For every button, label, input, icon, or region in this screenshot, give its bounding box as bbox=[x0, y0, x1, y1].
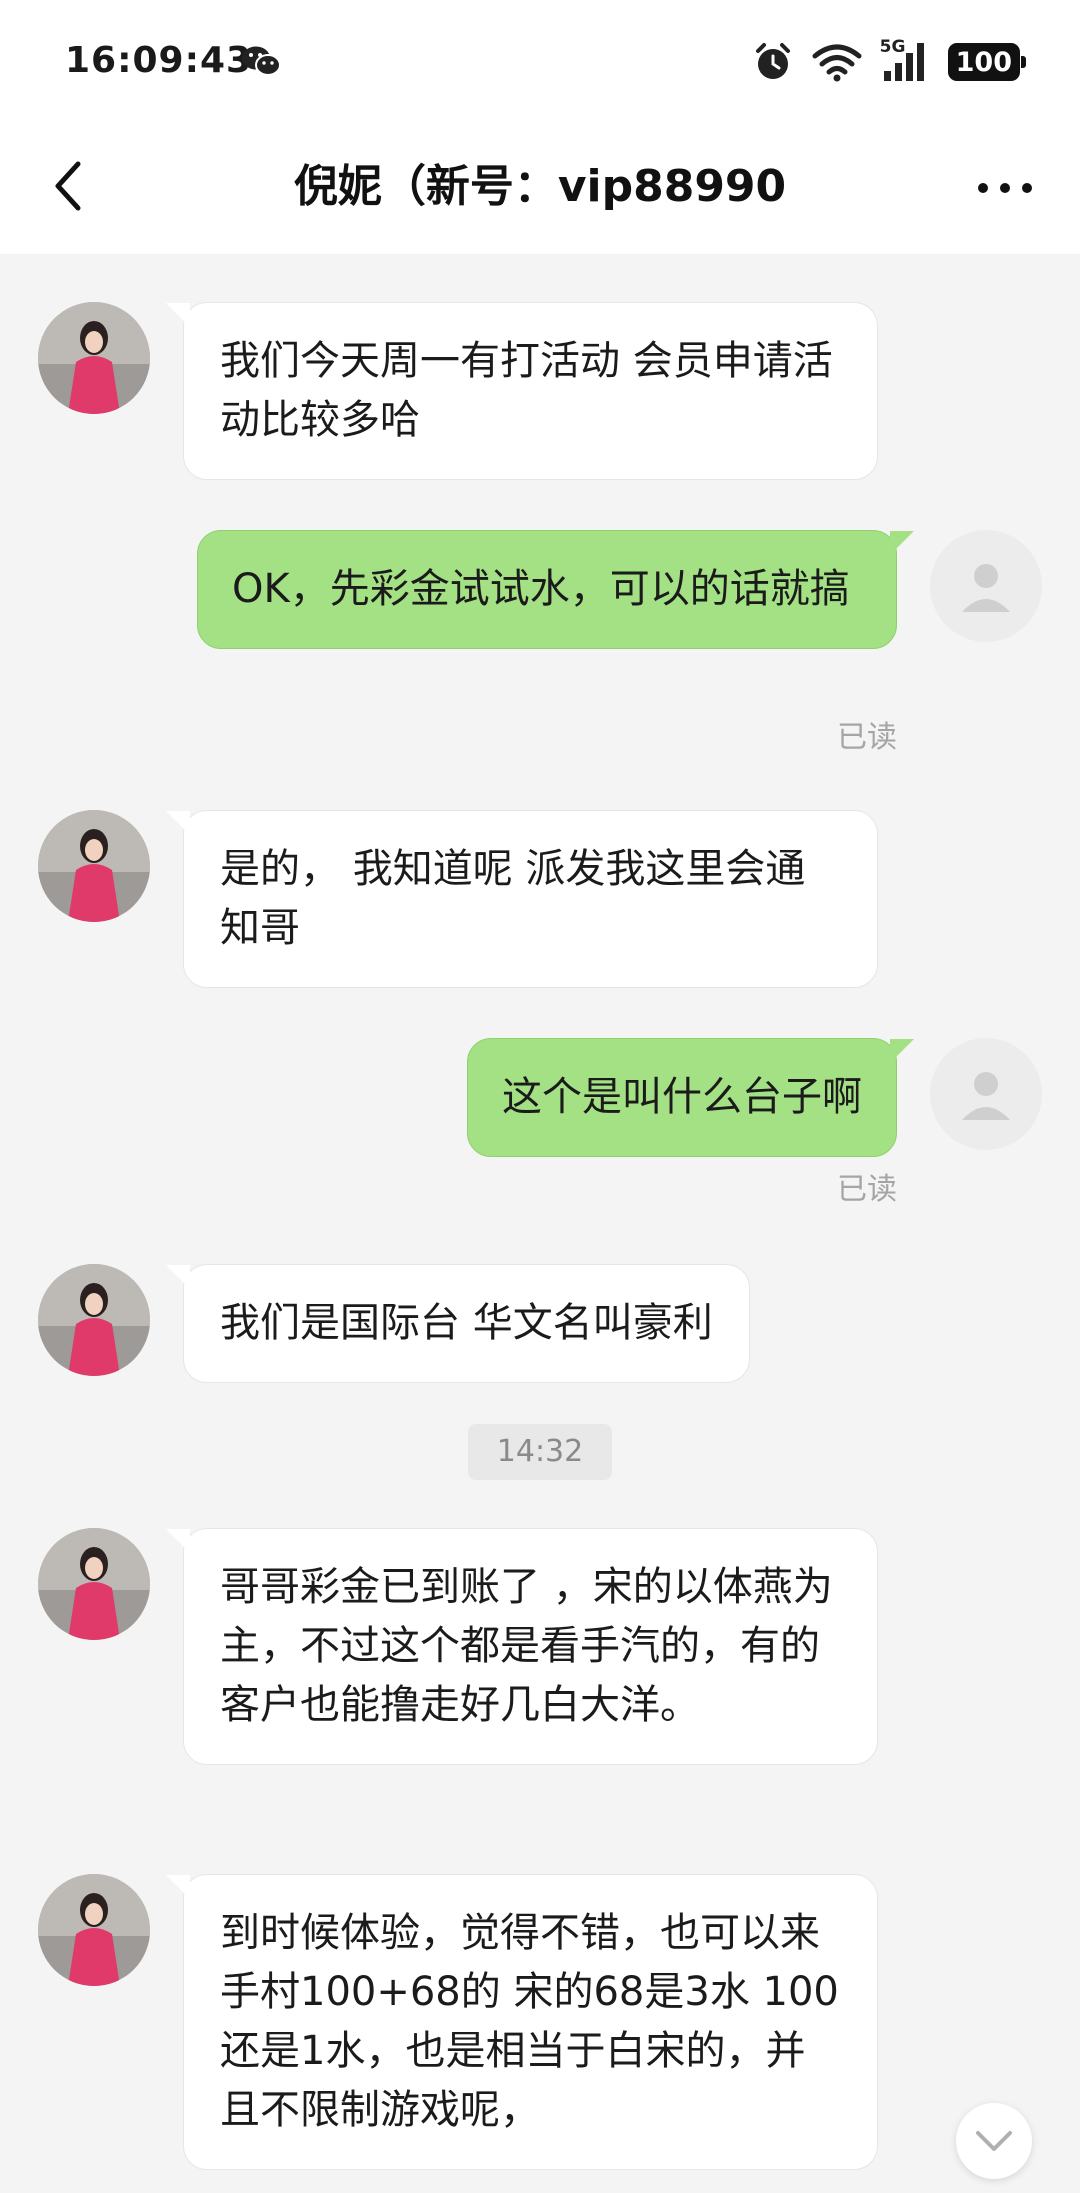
page-title: 倪妮（新号：vip88990 bbox=[293, 161, 787, 212]
chevron-down-icon bbox=[976, 2131, 1012, 2151]
timestamp-chip: 14:32 bbox=[468, 1424, 612, 1480]
back-button[interactable] bbox=[38, 156, 98, 216]
message-bubble-incoming[interactable]: 我们是国际台 华文名叫豪利 bbox=[166, 1264, 750, 1383]
message-text: 我们今天周一有打活动 会员申请活动比较多哈 bbox=[220, 338, 833, 443]
message-bubble-incoming[interactable]: 我们今天周一有打活动 会员申请活动比较多哈 bbox=[166, 302, 878, 480]
message-bubble-outgoing[interactable]: OK，先彩金试试水，可以的话就搞 bbox=[197, 530, 914, 649]
chat-header: 倪妮（新号：vip88990 bbox=[0, 120, 1080, 254]
message-text: 是的， 我知道呢 派发我这里会通知哥 bbox=[220, 846, 806, 951]
read-status: 已读 bbox=[837, 1172, 897, 1207]
message-bubble-outgoing[interactable]: 这个是叫什么台子啊 bbox=[467, 1038, 914, 1157]
message-text: 这个是叫什么台子啊 bbox=[502, 1074, 862, 1120]
user-icon bbox=[962, 1072, 1010, 1120]
message-text: 我们是国际台 华文名叫豪利 bbox=[220, 1300, 713, 1346]
user-icon bbox=[962, 564, 1010, 612]
contact-avatar[interactable] bbox=[38, 1264, 150, 1376]
my-avatar[interactable] bbox=[930, 1038, 1042, 1150]
alarm-icon bbox=[755, 43, 790, 79]
more-button[interactable] bbox=[970, 160, 1040, 216]
message-text: 到时候体验，觉得不错，也可以来手村100+68的 宋的68是3水 100还是1水… bbox=[220, 1910, 839, 2133]
message-text: 哥哥彩金已到账了 ，宋的以体燕为主，不过这个都是看手汽的，有的客户也能撸走好几白… bbox=[220, 1564, 833, 1728]
contact-avatar[interactable] bbox=[38, 810, 150, 922]
message-text: OK，先彩金试试水，可以的话就搞 bbox=[232, 566, 850, 612]
chat-area[interactable]: 我们今天周一有打活动 会员申请活动比较多哈 OK，先彩金试试水，可以的话就搞 已… bbox=[0, 254, 1080, 2193]
read-status: 已读 bbox=[837, 720, 897, 755]
my-avatar[interactable] bbox=[930, 530, 1042, 642]
signal-icon: 5G bbox=[880, 37, 930, 83]
message-bubble-incoming[interactable]: 是的， 我知道呢 派发我这里会通知哥 bbox=[166, 810, 878, 988]
contact-avatar[interactable] bbox=[38, 1528, 150, 1640]
status-bar: 16:09:43 5G 100 bbox=[0, 0, 1080, 120]
scroll-to-bottom-button[interactable] bbox=[956, 2103, 1032, 2179]
wifi-icon bbox=[812, 44, 862, 82]
more-dots-icon bbox=[978, 183, 1032, 193]
battery-icon: 100 bbox=[947, 43, 1027, 81]
chevron-left-icon bbox=[55, 161, 81, 211]
contact-avatar[interactable] bbox=[38, 302, 150, 414]
status-icons: 5G 100 bbox=[752, 37, 1027, 86]
status-time: 16:09:43 bbox=[65, 40, 253, 81]
wechat-icon bbox=[242, 46, 281, 76]
message-bubble-incoming[interactable]: 到时候体验，觉得不错，也可以来手村100+68的 宋的68是3水 100还是1水… bbox=[166, 1874, 878, 2170]
contact-avatar[interactable] bbox=[38, 1874, 150, 1986]
message-bubble-incoming[interactable]: 哥哥彩金已到账了 ，宋的以体燕为主，不过这个都是看手汽的，有的客户也能撸走好几白… bbox=[166, 1528, 878, 1765]
